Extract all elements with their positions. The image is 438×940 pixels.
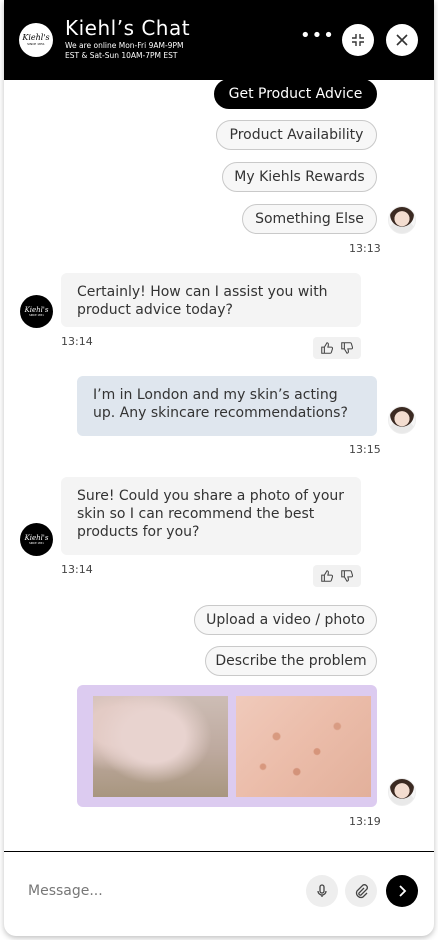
quick-reply-product-availability[interactable]: Product Availability: [216, 120, 377, 150]
message-feedback: [313, 337, 361, 359]
chat-title: Kiehl’s Chat: [65, 16, 191, 40]
bot-avatar-subtext: SINCE 1851: [29, 542, 44, 545]
online-hours: We are online Mon-Fri 9AM-9PM EST & Sat-…: [65, 41, 235, 61]
user-avatar: [388, 406, 416, 434]
message-time: 13:13: [349, 242, 381, 255]
more-options-icon[interactable]: •••: [300, 27, 334, 50]
chevron-right-icon: [399, 885, 407, 897]
skin-photo-closeup[interactable]: [236, 696, 371, 797]
close-icon: [396, 34, 408, 46]
quick-reply-something-else[interactable]: Something Else: [242, 204, 377, 234]
bot-avatar: Kiehl's SINCE 1851: [20, 523, 53, 556]
attach-button[interactable]: [345, 875, 377, 907]
thumbs-up-icon[interactable]: [320, 341, 334, 355]
quick-reply-get-product-advice[interactable]: Get Product Advice: [214, 79, 377, 109]
voice-input-button[interactable]: [306, 875, 338, 907]
hours-line-2: EST & Sat-Sun 10AM-7PM EST: [65, 51, 178, 60]
close-button[interactable]: [386, 24, 418, 56]
message-time: 13:14: [61, 563, 93, 576]
microphone-icon: [317, 884, 327, 897]
thumbs-down-icon[interactable]: [340, 341, 354, 355]
bot-avatar-subtext: SINCE 1851: [29, 314, 44, 317]
user-avatar: [388, 778, 416, 806]
minimize-button[interactable]: [342, 24, 374, 56]
bot-avatar-text: Kiehl's: [24, 306, 49, 314]
quick-reply-my-kiehls-rewards[interactable]: My Kiehls Rewards: [222, 162, 377, 192]
describe-problem-button[interactable]: Describe the problem: [205, 646, 377, 676]
bot-avatar: Kiehl's SINCE 1851: [20, 295, 53, 328]
user-avatar: [388, 206, 416, 234]
skin-photo-hand[interactable]: [93, 696, 228, 797]
brand-logo: Kiehl's SINCE 1851: [19, 23, 53, 57]
upload-photo-button[interactable]: Upload a video / photo: [194, 605, 377, 635]
message-feedback: [313, 565, 361, 587]
logo-text: Kiehl's: [22, 33, 50, 42]
send-button[interactable]: [386, 875, 418, 907]
message-time: 13:19: [349, 815, 381, 828]
bot-message-bubble: Certainly! How can I assist you with pro…: [61, 273, 361, 327]
logo-subtext: SINCE 1851: [27, 42, 45, 46]
thumbs-up-icon[interactable]: [320, 569, 334, 583]
chat-window: Kiehl's SINCE 1851 Kiehl’s Chat We are o…: [4, 0, 434, 936]
minimize-icon: [352, 34, 364, 46]
chat-header: Kiehl's SINCE 1851 Kiehl’s Chat We are o…: [4, 0, 434, 80]
hours-line-1: We are online Mon-Fri 9AM-9PM: [65, 41, 184, 50]
user-message-bubble: I’m in London and my skin’s acting up. A…: [77, 376, 377, 436]
message-input[interactable]: [28, 878, 288, 904]
message-time: 13:14: [61, 335, 93, 348]
bot-avatar-text: Kiehl's: [24, 534, 49, 542]
message-time: 13:15: [349, 443, 381, 456]
composer-divider: [4, 851, 434, 852]
bot-message-bubble: Sure! Could you share a photo of your sk…: [61, 477, 361, 555]
photo-attachment: [77, 685, 377, 807]
thumbs-down-icon[interactable]: [340, 569, 354, 583]
paperclip-icon: [355, 884, 368, 899]
